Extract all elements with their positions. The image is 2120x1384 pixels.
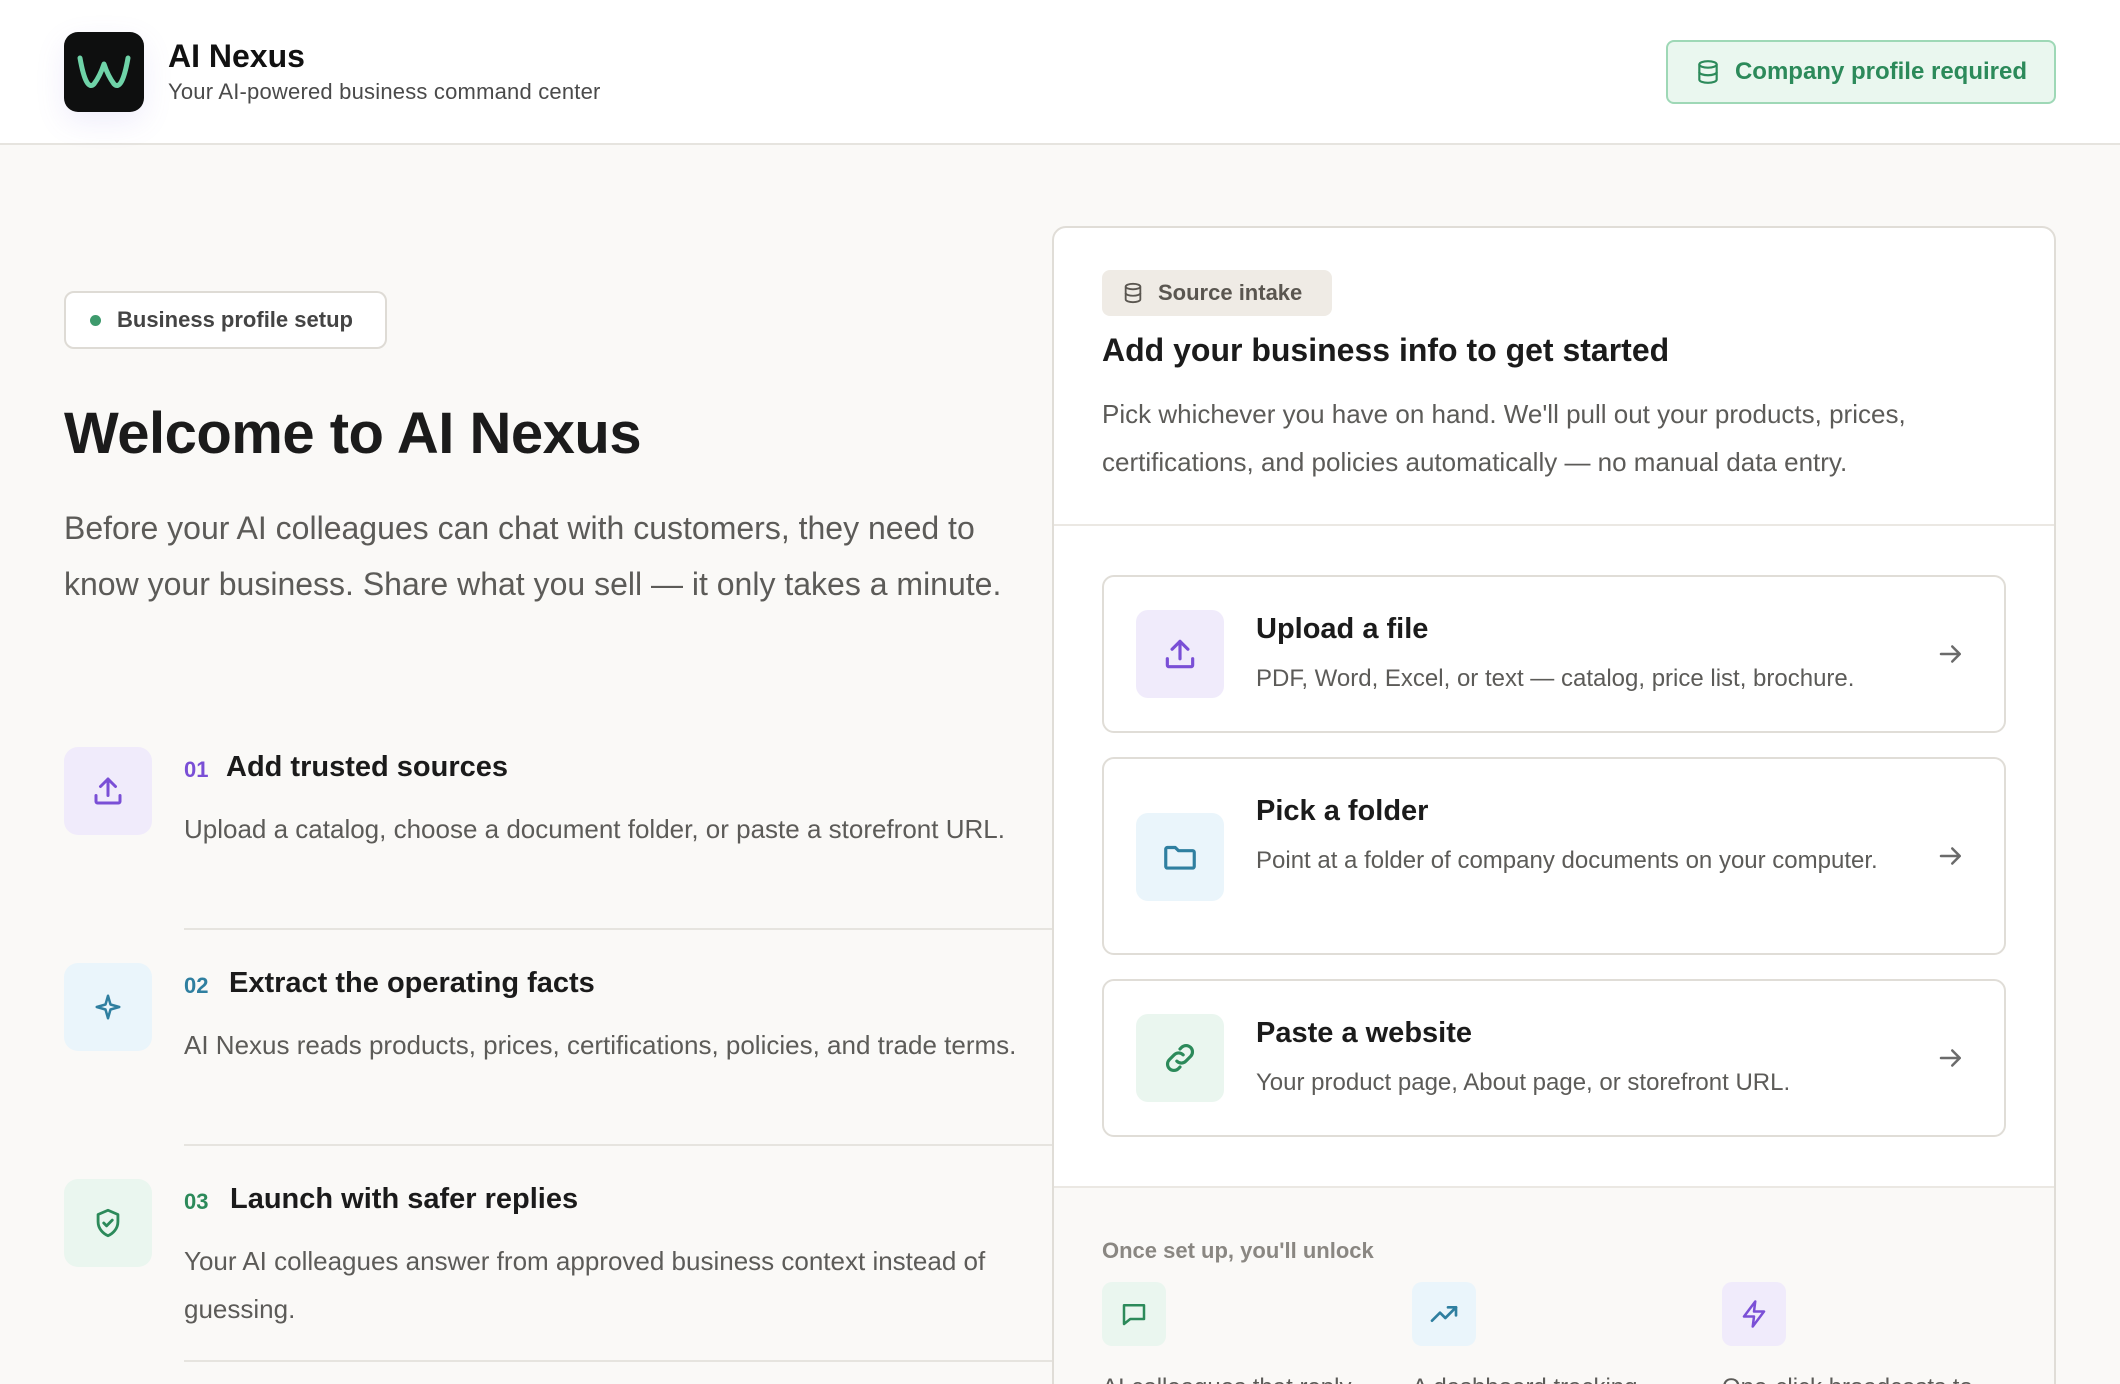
chat-icon <box>1102 1282 1166 1346</box>
option-description: Your product page, About page, or storef… <box>1256 1069 1791 1096</box>
database-icon <box>1698 60 1718 84</box>
badge-label: Business profile setup <box>117 307 353 332</box>
app-logo <box>64 32 144 112</box>
intake-badge-label: Source intake <box>1158 280 1303 305</box>
card-description: Pick whichever you have on hand. We'll p… <box>1102 399 1906 477</box>
arrow-right-icon <box>1939 847 1961 865</box>
company-profile-required-button[interactable]: Company profile required <box>1666 40 2056 104</box>
unlock-item-text: One-click broadcasts to <box>1722 1368 2002 1384</box>
trend-icon <box>1412 1282 1476 1346</box>
upload-icon <box>1136 610 1224 698</box>
option-title: Paste a website <box>1256 1017 1472 1049</box>
app-subtitle: Your AI-powered business command center <box>168 79 601 104</box>
option-title: Upload a file <box>1256 613 1429 645</box>
link-icon <box>1136 1014 1224 1102</box>
unlock-item-text: AI colleagues that reply <box>1102 1368 1382 1384</box>
step-divider <box>184 928 1052 930</box>
unlock-section: Once set up, you'll unlock AI colleagues… <box>1054 1186 2054 1384</box>
option-description: PDF, Word, Excel, or text — catalog, pri… <box>1256 665 1855 692</box>
option-title: Pick a folder <box>1256 795 1429 827</box>
sparkle-icon <box>64 963 152 1051</box>
arrow-right-icon <box>1939 645 1961 663</box>
upload-icon <box>64 747 152 835</box>
step-number: 03 <box>184 1189 209 1214</box>
step-title: Add trusted sources <box>226 751 508 783</box>
database-icon <box>1124 282 1142 304</box>
step-divider <box>184 1144 1052 1146</box>
business-profile-setup-badge: Business profile setup <box>64 291 387 349</box>
wave-logo-icon <box>77 55 131 88</box>
step-description: Upload a catalog, choose a document fold… <box>184 814 1005 844</box>
shield-check-icon <box>64 1179 152 1267</box>
upload-file-option[interactable]: Upload a file PDF, Word, Excel, or text … <box>1102 575 2006 733</box>
bolt-icon <box>1722 1282 1786 1346</box>
option-description: Point at a folder of company documents o… <box>1256 847 1878 874</box>
step-number: 01 <box>184 757 209 782</box>
app-title: AI Nexus <box>168 38 305 74</box>
step-divider <box>184 1360 1052 1362</box>
source-intake-badge: Source intake <box>1102 270 1332 316</box>
folder-icon <box>1136 813 1224 901</box>
step-number: 02 <box>184 973 209 998</box>
paste-website-option[interactable]: Paste a website Your product page, About… <box>1102 979 2006 1137</box>
divider <box>1054 524 2054 526</box>
step-title: Launch with safer replies <box>230 1183 579 1215</box>
source-intake-card: Source intake Add your business info to … <box>1052 226 2056 1384</box>
step-description: AI Nexus reads products, prices, certifi… <box>184 1030 1017 1060</box>
unlock-label: Once set up, you'll unlock <box>1102 1238 1374 1263</box>
arrow-right-icon <box>1939 1049 1961 1067</box>
card-title: Add your business info to get started <box>1102 332 1670 368</box>
pick-folder-option[interactable]: Pick a folder Point at a folder of compa… <box>1102 757 2006 955</box>
status-dot <box>90 314 101 326</box>
app-header: AI Nexus Your AI-powered business comman… <box>0 0 2120 145</box>
profile-button-label: Company profile required <box>1734 58 2028 85</box>
intro-text: Before your AI colleagues can chat with … <box>64 510 1002 602</box>
page-title: Welcome to AI Nexus <box>64 401 642 466</box>
step-description: Your AI colleagues answer from approved … <box>184 1246 986 1324</box>
step-title: Extract the operating facts <box>229 967 595 999</box>
unlock-item-text: A dashboard tracking <box>1412 1368 1692 1384</box>
